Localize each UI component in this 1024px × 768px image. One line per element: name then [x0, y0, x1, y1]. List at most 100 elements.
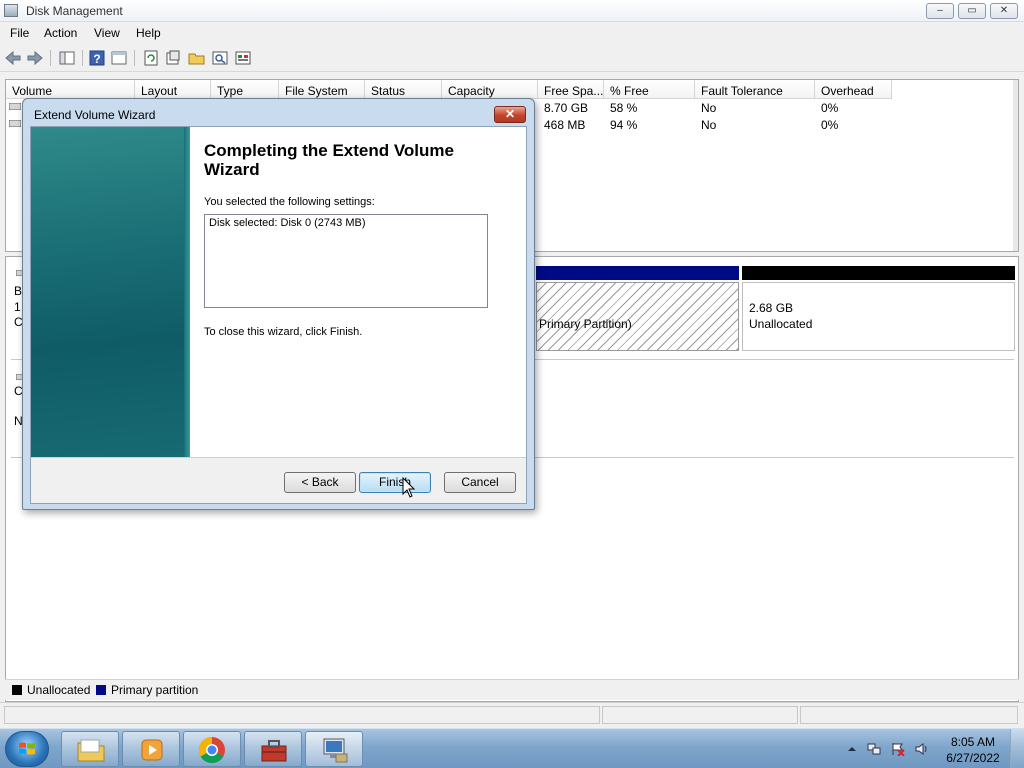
menu-bar: File Action View Help: [0, 22, 1024, 43]
taskbar-toolbox[interactable]: [244, 731, 302, 767]
menu-view[interactable]: View: [94, 26, 120, 40]
clock-time: 8:05 AM: [950, 735, 996, 749]
cell-overhead: 0%: [821, 118, 839, 132]
maximize-button[interactable]: ▭: [958, 3, 986, 19]
forward-arrow-icon[interactable]: [26, 49, 44, 67]
refresh-icon[interactable]: [142, 49, 160, 67]
taskbar-media-player[interactable]: [122, 731, 180, 767]
legend-primary-partition: Primary partition: [111, 683, 199, 697]
cell-free-space: 8.70 GB: [544, 101, 589, 115]
wizard-page: Completing the Extend Volume Wizard You …: [31, 127, 526, 457]
primary-partition-swatch: [96, 685, 106, 695]
window-title: Disk Management: [26, 4, 123, 18]
column-percent-free[interactable]: % Free: [604, 80, 695, 99]
toolbar-separator: [82, 50, 83, 66]
cancel-button[interactable]: Cancel: [444, 472, 516, 493]
help-icon[interactable]: ?: [88, 49, 106, 67]
media-player-icon: [141, 739, 163, 761]
taskbar-computer-management[interactable]: [305, 731, 363, 767]
volume-list-scrollbar[interactable]: [1013, 80, 1018, 251]
settings-summary-text: Disk selected: Disk 0 (2743 MB): [209, 217, 366, 229]
menu-help[interactable]: Help: [136, 26, 161, 40]
menu-file[interactable]: File: [10, 26, 29, 40]
unallocated-size: 2.68 GB: [749, 301, 794, 315]
window-titlebar: Disk Management – ▭ ✕: [0, 0, 1024, 22]
volume-drive-icon: [9, 103, 21, 110]
taskbar: 8:05 AM 6/27/2022: [0, 728, 1024, 768]
cell-fault-tolerance: No: [701, 118, 717, 132]
dialog-close-button[interactable]: ✕: [494, 106, 526, 123]
search-icon[interactable]: [211, 49, 229, 67]
toolbar: ?: [0, 44, 1024, 72]
clock-date: 6/27/2022: [946, 751, 1000, 765]
dialog-title: Extend Volume Wizard: [34, 108, 156, 122]
cell-percent-free: 58 %: [610, 101, 638, 115]
status-bar: [0, 702, 1024, 726]
back-arrow-icon[interactable]: [4, 49, 22, 67]
settings-intro: You selected the following settings:: [204, 196, 375, 208]
disk-properties-icon[interactable]: [234, 49, 252, 67]
disk0-label-fragment: B: [14, 284, 23, 298]
column-free-space[interactable]: Free Spa...: [538, 80, 604, 99]
taskbar-chrome[interactable]: [183, 731, 241, 767]
column-layout[interactable]: Layout: [135, 80, 211, 99]
rescan-icon[interactable]: [164, 49, 182, 67]
status-pane: [800, 706, 1018, 724]
svg-text:?: ?: [93, 52, 100, 66]
show-desktop-button[interactable]: [1010, 729, 1024, 768]
primary-partition-bar: [536, 266, 739, 280]
column-capacity[interactable]: Capacity: [442, 80, 538, 99]
start-button[interactable]: [5, 731, 49, 767]
windows-explorer-icon: [77, 739, 105, 762]
column-type[interactable]: Type: [211, 80, 279, 99]
show-hidden-icons-icon[interactable]: [845, 742, 859, 756]
finish-button[interactable]: Finish: [359, 472, 431, 493]
open-icon[interactable]: [188, 49, 206, 67]
chrome-icon: [198, 736, 225, 764]
mouse-cursor-icon: [402, 477, 416, 498]
back-button[interactable]: < Back: [284, 472, 356, 493]
unallocated-label: Unallocated: [749, 317, 813, 331]
volume-drive-icon: [9, 120, 21, 127]
settings-summary-box[interactable]: Disk selected: Disk 0 (2743 MB): [204, 214, 488, 308]
disk0-size-fragment: 1: [14, 300, 21, 314]
unallocated-swatch: [12, 685, 22, 695]
taskbar-clock[interactable]: 8:05 AM 6/27/2022: [938, 734, 1008, 766]
unallocated-bar: [742, 266, 1015, 280]
legend: Unallocated Primary partition: [5, 679, 1019, 700]
menu-action[interactable]: Action: [44, 26, 77, 40]
close-window-button[interactable]: ✕: [990, 3, 1018, 19]
properties-icon[interactable]: [110, 49, 128, 67]
extend-volume-wizard-dialog: Extend Volume Wizard ✕ Completing the Ex…: [22, 98, 535, 510]
primary-partition-label: Primary Partition): [539, 317, 632, 331]
status-pane: [4, 706, 600, 724]
column-fault-tolerance[interactable]: Fault Tolerance: [695, 80, 815, 99]
wizard-heading: Completing the Extend Volume Wizard: [204, 141, 454, 179]
console-tree-icon[interactable]: [58, 49, 76, 67]
cell-overhead: 0%: [821, 101, 839, 115]
cell-percent-free: 94 %: [610, 118, 638, 132]
close-hint: To close this wizard, click Finish.: [204, 326, 363, 338]
toolbox-icon: [261, 740, 287, 762]
wizard-side-banner: [31, 127, 190, 457]
status-pane: [602, 706, 798, 724]
legend-unallocated: Unallocated: [27, 683, 91, 697]
column-overhead[interactable]: Overhead: [815, 80, 892, 99]
network-icon[interactable]: [867, 742, 881, 756]
wizard-banner-edge: [184, 127, 190, 457]
column-volume[interactable]: Volume: [6, 80, 135, 99]
toolbar-separator: [50, 50, 51, 66]
volume-icon[interactable]: [915, 742, 929, 756]
computer-management-icon: [323, 738, 348, 763]
minimize-button[interactable]: –: [926, 3, 954, 19]
dialog-separator: [31, 457, 526, 458]
disk-management-icon: [4, 4, 18, 17]
action-center-icon[interactable]: [891, 742, 905, 756]
taskbar-explorer[interactable]: [61, 731, 119, 767]
cell-fault-tolerance: No: [701, 101, 717, 115]
windows-logo-icon: [19, 742, 35, 755]
column-status[interactable]: Status: [365, 80, 442, 99]
toolbar-separator: [134, 50, 135, 66]
column-file-system[interactable]: File System: [279, 80, 365, 99]
dialog-body: Completing the Extend Volume Wizard You …: [30, 126, 527, 504]
